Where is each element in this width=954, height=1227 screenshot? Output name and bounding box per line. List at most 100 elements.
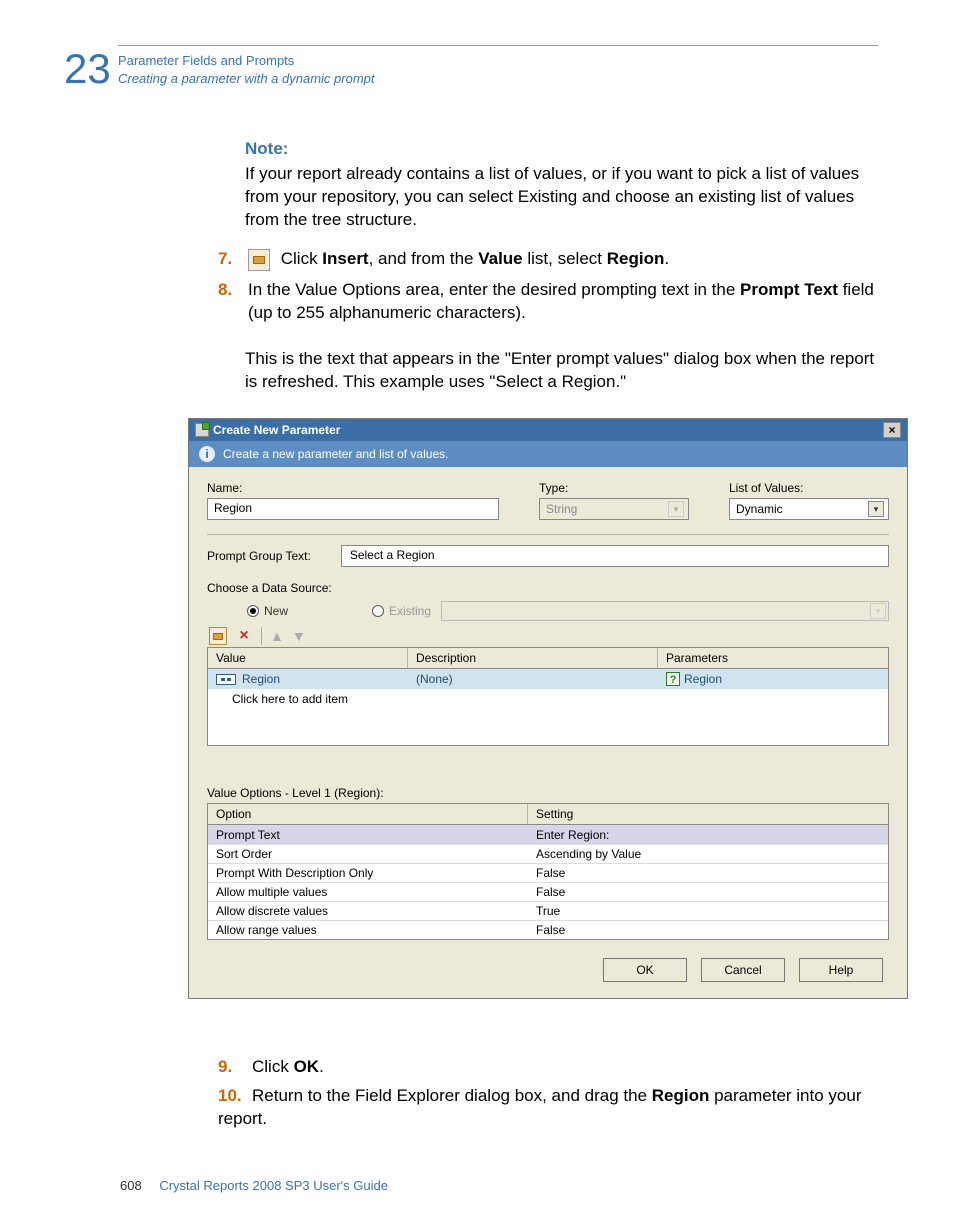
- step-9-post: .: [319, 1057, 324, 1076]
- steps-block: 7. Click Insert, and from the Value list…: [218, 248, 880, 333]
- vo-header: Option Setting: [208, 804, 888, 825]
- vo-set: False: [528, 883, 888, 901]
- vth-parameters[interactable]: Parameters: [658, 648, 888, 668]
- lov-label: List of Values:: [729, 481, 889, 495]
- name-column: Name: Region: [207, 481, 499, 520]
- existing-dropdown: ▾: [441, 601, 889, 621]
- step-8: 8. In the Value Options area, enter the …: [218, 279, 880, 325]
- page-number: 608: [120, 1178, 142, 1193]
- step-10: 10.Return to the Field Explorer dialog b…: [218, 1085, 878, 1131]
- step-8-body: In the Value Options area, enter the des…: [248, 279, 880, 325]
- toolbar-row: × ▲ ▼: [209, 627, 889, 645]
- step-7-mid2: list, select: [523, 249, 607, 268]
- vo-row-multiple[interactable]: Allow multiple values False: [208, 882, 888, 901]
- vo-row-discrete[interactable]: Allow discrete values True: [208, 901, 888, 920]
- step-7-region: Region: [607, 249, 665, 268]
- value-row-empty: [208, 727, 888, 745]
- vo-set: True: [528, 902, 888, 920]
- type-label: Type:: [539, 481, 689, 495]
- vo-set: Enter Region:: [528, 826, 888, 844]
- arrow-down-icon: ▼: [292, 628, 306, 644]
- top-row: Name: Region Type: String ▾ List of Valu…: [207, 481, 889, 520]
- step-9-num: 9.: [218, 1056, 252, 1079]
- name-input[interactable]: Region: [207, 498, 499, 520]
- step-8-followup: This is the text that appears in the "En…: [245, 348, 880, 394]
- dialog-buttons: OK Cancel Help: [207, 958, 883, 982]
- vr-value: Region: [242, 672, 280, 686]
- type-column: Type: String ▾: [539, 481, 689, 520]
- vo-h-setting[interactable]: Setting: [528, 804, 888, 824]
- step-7-insert: Insert: [322, 249, 368, 268]
- lov-value: Dynamic: [736, 502, 783, 516]
- chevron-down-icon[interactable]: ▾: [868, 501, 884, 517]
- separator: [207, 534, 889, 535]
- vo-opt: Allow discrete values: [208, 902, 528, 920]
- vo-opt: Allow multiple values: [208, 883, 528, 901]
- vth-value[interactable]: Value: [208, 648, 408, 668]
- vr-add-text: Click here to add item: [208, 689, 408, 709]
- vo-set: Ascending by Value: [528, 845, 888, 863]
- type-select: String ▾: [539, 498, 689, 520]
- toolbar-divider: [261, 627, 262, 645]
- cancel-button[interactable]: Cancel: [701, 958, 785, 982]
- vth-description[interactable]: Description: [408, 648, 658, 668]
- value-row-add[interactable]: Click here to add item: [208, 689, 888, 709]
- prompt-group-text-row: Prompt Group Text: Select a Region: [207, 545, 889, 567]
- step-7-body: Click Insert, and from the Value list, s…: [248, 248, 669, 271]
- vo-row-range[interactable]: Allow range values False: [208, 920, 888, 939]
- vo-row-desc-only[interactable]: Prompt With Description Only False: [208, 863, 888, 882]
- radio-dot-icon: [247, 605, 259, 617]
- radio-new[interactable]: New: [247, 604, 288, 618]
- value-table: Value Description Parameters Region (Non…: [207, 647, 889, 746]
- step-9: 9.Click OK.: [218, 1056, 878, 1079]
- radio-existing: Existing: [372, 604, 431, 618]
- delete-icon[interactable]: ×: [235, 627, 253, 645]
- step-10-region: Region: [652, 1086, 710, 1105]
- vo-opt: Sort Order: [208, 845, 528, 863]
- close-button[interactable]: ×: [883, 422, 901, 438]
- step-7: 7. Click Insert, and from the Value list…: [218, 248, 880, 271]
- vo-row-sort-order[interactable]: Sort Order Ascending by Value: [208, 844, 888, 863]
- pgt-input[interactable]: Select a Region: [341, 545, 889, 567]
- header-subtitle: Creating a parameter with a dynamic prom…: [118, 70, 375, 88]
- pgt-label: Prompt Group Text:: [207, 549, 311, 563]
- vo-set: False: [528, 921, 888, 939]
- help-button[interactable]: Help: [799, 958, 883, 982]
- lov-column: List of Values: Dynamic ▾: [729, 481, 889, 520]
- header-rule: [118, 45, 878, 46]
- step-10-num: 10.: [218, 1085, 252, 1108]
- radio-existing-label: Existing: [389, 604, 431, 618]
- step-7-pre: Click: [281, 249, 323, 268]
- insert-icon[interactable]: [209, 627, 227, 645]
- step-7-value: Value: [478, 249, 522, 268]
- name-label: Name:: [207, 481, 499, 495]
- dialog-title-text: Create New Parameter: [213, 423, 340, 437]
- field-icon: [216, 674, 236, 685]
- step-10-pre: Return to the Field Explorer dialog box,…: [252, 1086, 652, 1105]
- vo-set: False: [528, 864, 888, 882]
- step-7-num: 7.: [218, 248, 248, 271]
- lov-select[interactable]: Dynamic ▾: [729, 498, 889, 520]
- dialog-titlebar[interactable]: Create New Parameter ×: [189, 419, 907, 441]
- parameter-icon: ?: [666, 672, 680, 686]
- vo-h-option[interactable]: Option: [208, 804, 528, 824]
- ok-button[interactable]: OK: [603, 958, 687, 982]
- step-8-num: 8.: [218, 279, 248, 325]
- name-label-text: Name:: [207, 481, 242, 495]
- value-row-region[interactable]: Region (None) ?Region: [208, 669, 888, 689]
- step-9-ok: OK: [294, 1057, 320, 1076]
- step-7-post: .: [664, 249, 669, 268]
- footer-title: Crystal Reports 2008 SP3 User's Guide: [159, 1178, 388, 1193]
- note-body: If your report already contains a list o…: [245, 163, 880, 232]
- value-options-title: Value Options - Level 1 (Region):: [207, 786, 889, 800]
- arrow-up-icon: ▲: [270, 628, 284, 644]
- radio-new-label: New: [264, 604, 288, 618]
- step-9-pre: Click: [252, 1057, 294, 1076]
- vo-opt: Prompt Text: [208, 826, 528, 844]
- footer: 608 Crystal Reports 2008 SP3 User's Guid…: [120, 1178, 388, 1193]
- step-7-mid: , and from the: [369, 249, 479, 268]
- create-new-parameter-dialog: Create New Parameter × i Create a new pa…: [188, 418, 908, 999]
- step-8-pre: In the Value Options area, enter the des…: [248, 280, 740, 299]
- vo-row-prompt-text[interactable]: Prompt Text Enter Region:: [208, 825, 888, 844]
- radio-dot-icon: [372, 605, 384, 617]
